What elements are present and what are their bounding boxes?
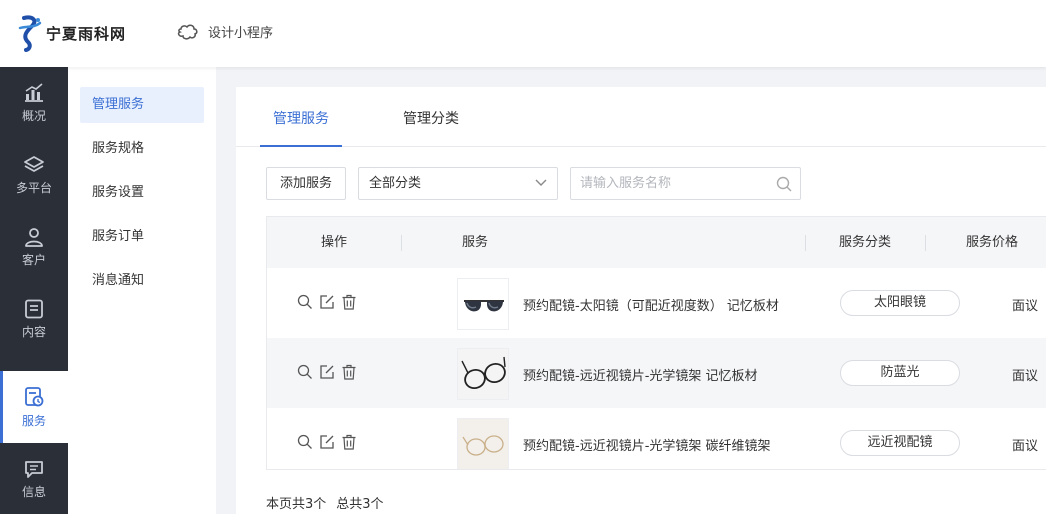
table-row: 预约配镜-远近视镜片-光学镜架 记忆板材 防蓝光 面议 <box>267 338 1046 408</box>
rail-item-customers[interactable]: 客户 <box>0 211 68 283</box>
service-name[interactable]: 预约配镜-太阳镜（可配近视度数） 记忆板材 <box>523 295 779 314</box>
miniprogram-icon <box>177 24 198 40</box>
user-icon <box>25 227 43 247</box>
row-actions <box>297 294 363 312</box>
top-bar: 宁夏雨科网 设计小程序 <box>0 0 1046 67</box>
sunglasses-image <box>464 300 504 312</box>
eyeglasses-image <box>458 349 508 399</box>
brand-logo[interactable]: 宁夏雨科网 <box>18 14 126 52</box>
service-name[interactable]: 预约配镜-远近视镜片-光学镜架 碳纤维镜架 <box>523 435 771 454</box>
rail-label: 多平台 <box>15 180 52 195</box>
view-icon[interactable] <box>297 294 319 312</box>
service-search <box>570 167 801 200</box>
rail-label: 内容 <box>21 324 46 339</box>
rail-label: 信息 <box>21 484 46 499</box>
rail-item-content[interactable]: 内容 <box>0 283 68 355</box>
product-thumbnail[interactable] <box>457 278 509 330</box>
table-row: 预约配镜-太阳镜（可配近视度数） 记忆板材 太阳眼镜 面议 <box>267 268 1046 338</box>
services-table: 操作 服务 服务分类 服务价格 预约配镜-太阳镜（可配近视度数） 记忆板材 太阳… <box>266 216 1046 470</box>
secondary-nav: 管理服务 服务规格 服务设置 服务订单 消息通知 <box>68 67 216 514</box>
brand-name: 宁夏雨科网 <box>46 24 127 43</box>
edit-icon[interactable] <box>319 364 341 382</box>
rail-item-multiplatform[interactable]: 多平台 <box>0 139 68 211</box>
edit-icon[interactable] <box>319 434 341 452</box>
tab-manage-categories[interactable]: 管理分类 <box>392 87 470 147</box>
row-actions <box>297 434 363 452</box>
service-price: 面议 <box>1012 369 1039 384</box>
delete-icon[interactable] <box>341 294 363 312</box>
category-badge: 远近视配镜 <box>840 430 960 456</box>
delete-icon[interactable] <box>341 364 363 382</box>
brand-logo-icon <box>18 15 42 52</box>
rail-item-overview[interactable]: 概况 <box>0 67 68 139</box>
submenu-item-service-settings[interactable]: 服务设置 <box>80 175 204 211</box>
rail-label: 客户 <box>21 252 46 267</box>
rail-label: 概况 <box>21 108 46 123</box>
tab-bar: 管理服务 管理分类 <box>236 87 1046 147</box>
header-divider <box>805 235 806 251</box>
chart-icon <box>25 82 43 102</box>
category-select[interactable]: 全部分类 <box>358 167 558 200</box>
rail-label: 服务 <box>21 413 46 428</box>
chevron-down-icon <box>535 179 547 186</box>
page-count: 本页共3个 <box>266 497 327 512</box>
tab-manage-services[interactable]: 管理服务 <box>260 87 342 147</box>
primary-nav: 概况 多平台 客户 内容 服务 信息 <box>0 67 68 514</box>
rail-item-messages[interactable]: 信息 <box>0 443 68 514</box>
message-icon <box>25 460 43 478</box>
edit-icon[interactable] <box>319 294 341 312</box>
main-panel: 管理服务 管理分类 添加服务 全部分类 操作 服务 服务分类 服务价格 <box>236 87 1046 514</box>
document-icon <box>25 299 43 318</box>
submenu-item-notifications[interactable]: 消息通知 <box>80 263 204 299</box>
category-badge: 太阳眼镜 <box>840 290 960 316</box>
search-icon[interactable] <box>776 176 792 192</box>
header-ops: 操作 <box>321 235 348 250</box>
table-header: 操作 服务 服务分类 服务价格 <box>267 217 1046 268</box>
table-row: 预约配镜-远近视镜片-光学镜架 碳纤维镜架 远近视配镜 面议 <box>267 408 1046 469</box>
total-count: 总共3个 <box>336 497 384 512</box>
header-service: 服务 <box>462 235 489 250</box>
submenu-item-service-orders[interactable]: 服务订单 <box>80 219 204 255</box>
layers-icon <box>24 155 44 172</box>
service-price: 面议 <box>1012 299 1039 314</box>
rail-item-service[interactable]: 服务 <box>0 371 68 443</box>
header-divider <box>401 235 402 251</box>
add-service-button[interactable]: 添加服务 <box>266 167 346 200</box>
row-actions <box>297 364 363 382</box>
service-search-input[interactable] <box>571 168 766 199</box>
category-select-value: 全部分类 <box>369 176 422 191</box>
service-icon <box>25 386 44 406</box>
header-category: 服务分类 <box>839 235 892 250</box>
design-miniprogram-label: 设计小程序 <box>208 26 274 41</box>
header-divider <box>925 235 926 251</box>
category-badge: 防蓝光 <box>840 360 960 386</box>
design-miniprogram-link[interactable]: 设计小程序 <box>176 22 273 41</box>
view-icon[interactable] <box>297 364 319 382</box>
view-icon[interactable] <box>297 434 319 452</box>
service-name[interactable]: 预约配镜-远近视镜片-光学镜架 记忆板材 <box>523 365 758 384</box>
carbon-frame-glasses-image <box>458 419 508 469</box>
header-price: 服务价格 <box>966 235 1019 250</box>
product-thumbnail[interactable] <box>457 418 509 469</box>
product-thumbnail[interactable] <box>457 348 509 400</box>
submenu-item-service-specs[interactable]: 服务规格 <box>80 131 204 167</box>
pagination-summary: 本页共3个 总共3个 <box>266 493 384 512</box>
service-price: 面议 <box>1012 439 1039 454</box>
delete-icon[interactable] <box>341 434 363 452</box>
submenu-item-manage-services[interactable]: 管理服务 <box>80 87 204 123</box>
